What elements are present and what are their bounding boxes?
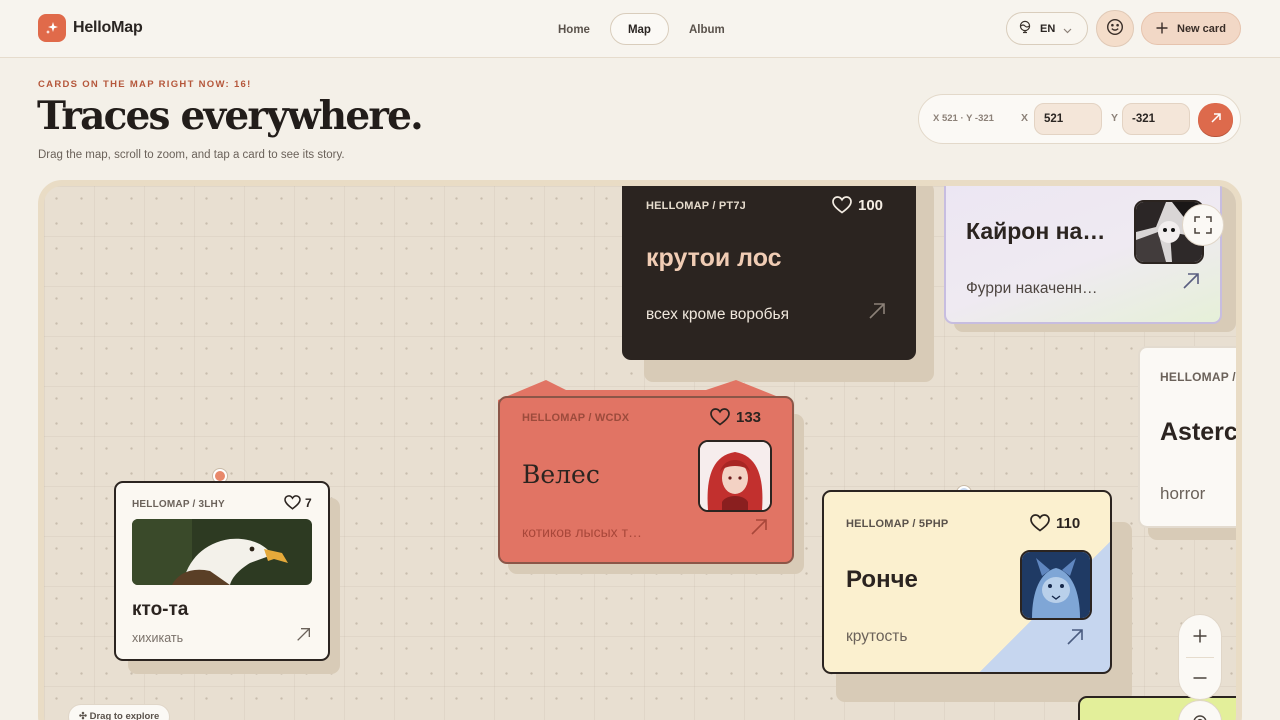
card-likes[interactable]: 100: [832, 196, 883, 214]
page-title: Traces everywhere.: [37, 93, 424, 139]
card-subtitle: хихикать: [132, 631, 184, 645]
smiley-icon: [1106, 18, 1124, 40]
arrow-up-right-icon[interactable]: [868, 302, 886, 320]
card-title: кто-та: [132, 599, 189, 620]
go-to-coordinates-button[interactable]: [1198, 103, 1233, 136]
arrow-up-right-icon[interactable]: [296, 627, 311, 642]
card-title: Ронче: [846, 566, 918, 593]
card-title: Велес: [522, 460, 600, 489]
card-id: HELLOMAP /: [1160, 370, 1236, 384]
arrow-up-right-icon: [1210, 112, 1222, 127]
coordinates-readout: X 521 · Y -321: [933, 113, 994, 124]
likes-count: 7: [305, 495, 312, 510]
map-card-pt7j[interactable]: HELLOMAP / PT7J 100 крутои лос всех кром…: [622, 186, 916, 360]
card-title: крутои лос: [646, 244, 782, 272]
map-card-kairon[interactable]: Кайрон на… Фурри накаченн…: [944, 186, 1222, 324]
y-coordinate-input[interactable]: [1122, 103, 1190, 135]
chevron-down-icon: [1063, 19, 1072, 38]
heart-icon: [1030, 514, 1050, 532]
x-coordinate-input[interactable]: [1034, 103, 1102, 135]
plus-icon: [1156, 19, 1168, 38]
card-subtitle: котиков лысых т…: [522, 524, 642, 540]
likes-count: 100: [858, 196, 884, 214]
map-canvas[interactable]: HELLOMAP / PT7J 100 крутои лос всех кром…: [38, 180, 1242, 720]
card-likes[interactable]: 7: [284, 495, 312, 510]
heart-icon: [284, 495, 301, 510]
card-photo: [132, 519, 312, 585]
target-icon: [1193, 715, 1207, 720]
card-subtitle: horror: [1160, 484, 1206, 503]
card-subtitle: Фурри накаченн…: [966, 280, 1098, 297]
card-id: HELLOMAP / PT7J: [646, 200, 746, 212]
x-label: X: [1021, 112, 1029, 124]
main-nav: Home Map Album: [546, 13, 737, 45]
fullscreen-button[interactable]: [1182, 204, 1224, 246]
card-id: HELLOMAP / 5PHP: [846, 518, 949, 530]
arrow-up-right-icon[interactable]: [1182, 272, 1200, 290]
language-value: EN: [1040, 22, 1056, 35]
likes-count: 133: [736, 408, 762, 426]
arrow-up-right-icon[interactable]: [1066, 628, 1084, 646]
card-title: Asterc: [1160, 418, 1238, 446]
cards-count-eyebrow: CARDS ON THE MAP RIGHT NOW: 16!: [38, 79, 252, 90]
y-label: Y: [1111, 112, 1119, 124]
card-id: HELLOMAP / 3LHY: [132, 499, 225, 510]
likes-count: 110: [1056, 514, 1081, 532]
card-likes[interactable]: 110: [1030, 514, 1080, 532]
zoom-controls: [1178, 614, 1222, 700]
card-id: HELLOMAP / WCDX: [522, 412, 630, 424]
card-avatar: [698, 440, 772, 512]
minus-icon: [1193, 677, 1207, 679]
new-card-button[interactable]: New card: [1141, 12, 1241, 45]
zoom-in-button[interactable]: [1178, 615, 1222, 657]
map-card-5php[interactable]: HELLOMAP / 5PHP 110 Ронче крутость: [822, 490, 1112, 674]
card-likes[interactable]: 133: [710, 408, 761, 426]
profile-button[interactable]: [1096, 10, 1134, 47]
page-subtitle: Drag the map, scroll to zoom, and tap a …: [38, 149, 345, 161]
card-subtitle: всех кроме воробья: [646, 306, 790, 323]
language-select[interactable]: EN: [1006, 12, 1088, 45]
card-title: Кайрон на…: [966, 218, 1106, 244]
nav-map[interactable]: Map: [609, 13, 669, 45]
nav-album[interactable]: Album: [677, 13, 737, 45]
new-card-label: New card: [1177, 22, 1226, 35]
nav-home[interactable]: Home: [546, 13, 602, 45]
top-bar: HelloMap Home Map Album EN New card: [0, 0, 1280, 58]
card-avatar: [1020, 550, 1092, 620]
plus-icon: [1193, 629, 1207, 643]
sparkle-icon: [38, 14, 66, 42]
drag-hint: ✣ Drag to explore: [68, 704, 171, 720]
heart-icon: [710, 408, 730, 426]
app-name: HelloMap: [73, 19, 143, 36]
map-card-wcdx[interactable]: HELLOMAP / WCDX 133 Велес котиков лысых …: [498, 396, 794, 564]
logo[interactable]: HelloMap: [38, 14, 143, 42]
heart-icon: [832, 196, 852, 214]
map-card-3lhy[interactable]: HELLOMAP / 3LHY 7 кто-та хихикать: [114, 481, 330, 661]
map-card-aster[interactable]: HELLOMAP / Asterc horror: [1138, 346, 1238, 528]
card-subtitle: крутость: [846, 628, 908, 645]
coordinates-panel: X 521 · Y -321 X Y: [918, 94, 1241, 144]
arrow-up-right-icon[interactable]: [750, 518, 768, 536]
globe-icon: [1018, 19, 1032, 38]
zoom-out-button[interactable]: [1178, 657, 1222, 699]
fullscreen-icon: [1194, 216, 1212, 234]
